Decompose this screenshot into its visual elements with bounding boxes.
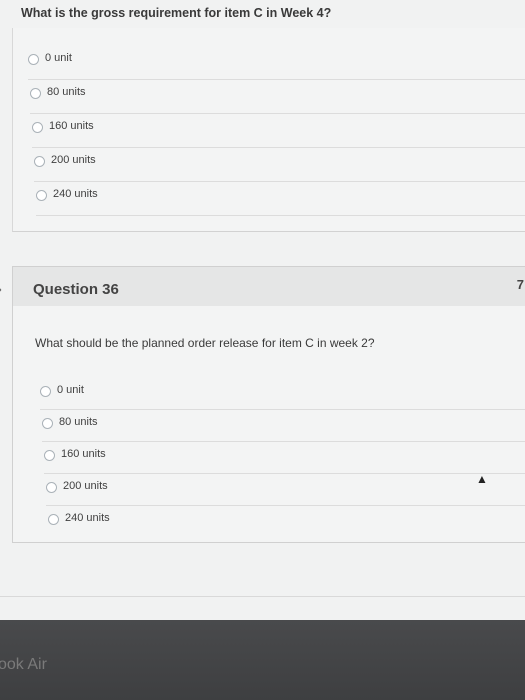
radio-button[interactable] <box>40 386 51 397</box>
question-header: Question 36 7 <box>12 266 525 307</box>
option-label: 200 units <box>51 154 96 166</box>
divider <box>0 596 525 597</box>
radio-button[interactable] <box>42 418 53 429</box>
answer-option[interactable]: 0 unit <box>28 46 525 80</box>
option-label: 160 units <box>61 448 106 460</box>
answer-option[interactable]: 200 units <box>34 148 525 182</box>
answer-option[interactable]: 240 units <box>36 182 525 216</box>
answer-options-box: 0 unit 80 units 160 units 200 units 240 … <box>12 28 525 232</box>
radio-button[interactable] <box>28 54 39 65</box>
answer-option[interactable]: 160 units <box>32 114 525 148</box>
answer-option[interactable]: 80 units <box>30 80 525 114</box>
radio-button[interactable] <box>48 514 59 525</box>
option-label: 200 units <box>63 480 108 492</box>
option-label: 240 units <box>53 188 98 200</box>
device-label: ook Air <box>0 656 47 673</box>
radio-button[interactable] <box>46 482 57 493</box>
option-label: 160 units <box>49 120 94 132</box>
quiz-page: What is the gross requirement for item C… <box>0 0 525 620</box>
question-number: Question 36 <box>33 281 119 298</box>
question-text: What should be the planned order release… <box>35 336 375 350</box>
radio-button[interactable] <box>32 122 43 133</box>
answer-option[interactable]: 200 units <box>46 474 525 506</box>
answer-option[interactable]: 0 unit <box>40 378 525 410</box>
question-body: What should be the planned order release… <box>12 306 525 543</box>
radio-button[interactable] <box>36 190 47 201</box>
laptop-bezel: ook Air <box>0 620 525 700</box>
radio-button[interactable] <box>34 156 45 167</box>
option-label: 80 units <box>59 416 98 428</box>
option-label: 0 unit <box>45 52 72 64</box>
cursor-icon: ▲ <box>476 472 488 486</box>
radio-button[interactable] <box>30 88 41 99</box>
answer-option[interactable]: 160 units <box>44 442 525 474</box>
option-label: 80 units <box>47 86 86 98</box>
radio-button[interactable] <box>44 450 55 461</box>
answer-option[interactable]: 80 units <box>42 410 525 442</box>
question-text: What is the gross requirement for item C… <box>21 6 332 20</box>
answer-option[interactable]: 240 units <box>48 506 525 537</box>
option-label: 0 unit <box>57 384 84 396</box>
option-label: 240 units <box>65 512 110 524</box>
question-points: 7 <box>516 277 524 292</box>
chevron-right-icon: › <box>0 279 2 300</box>
